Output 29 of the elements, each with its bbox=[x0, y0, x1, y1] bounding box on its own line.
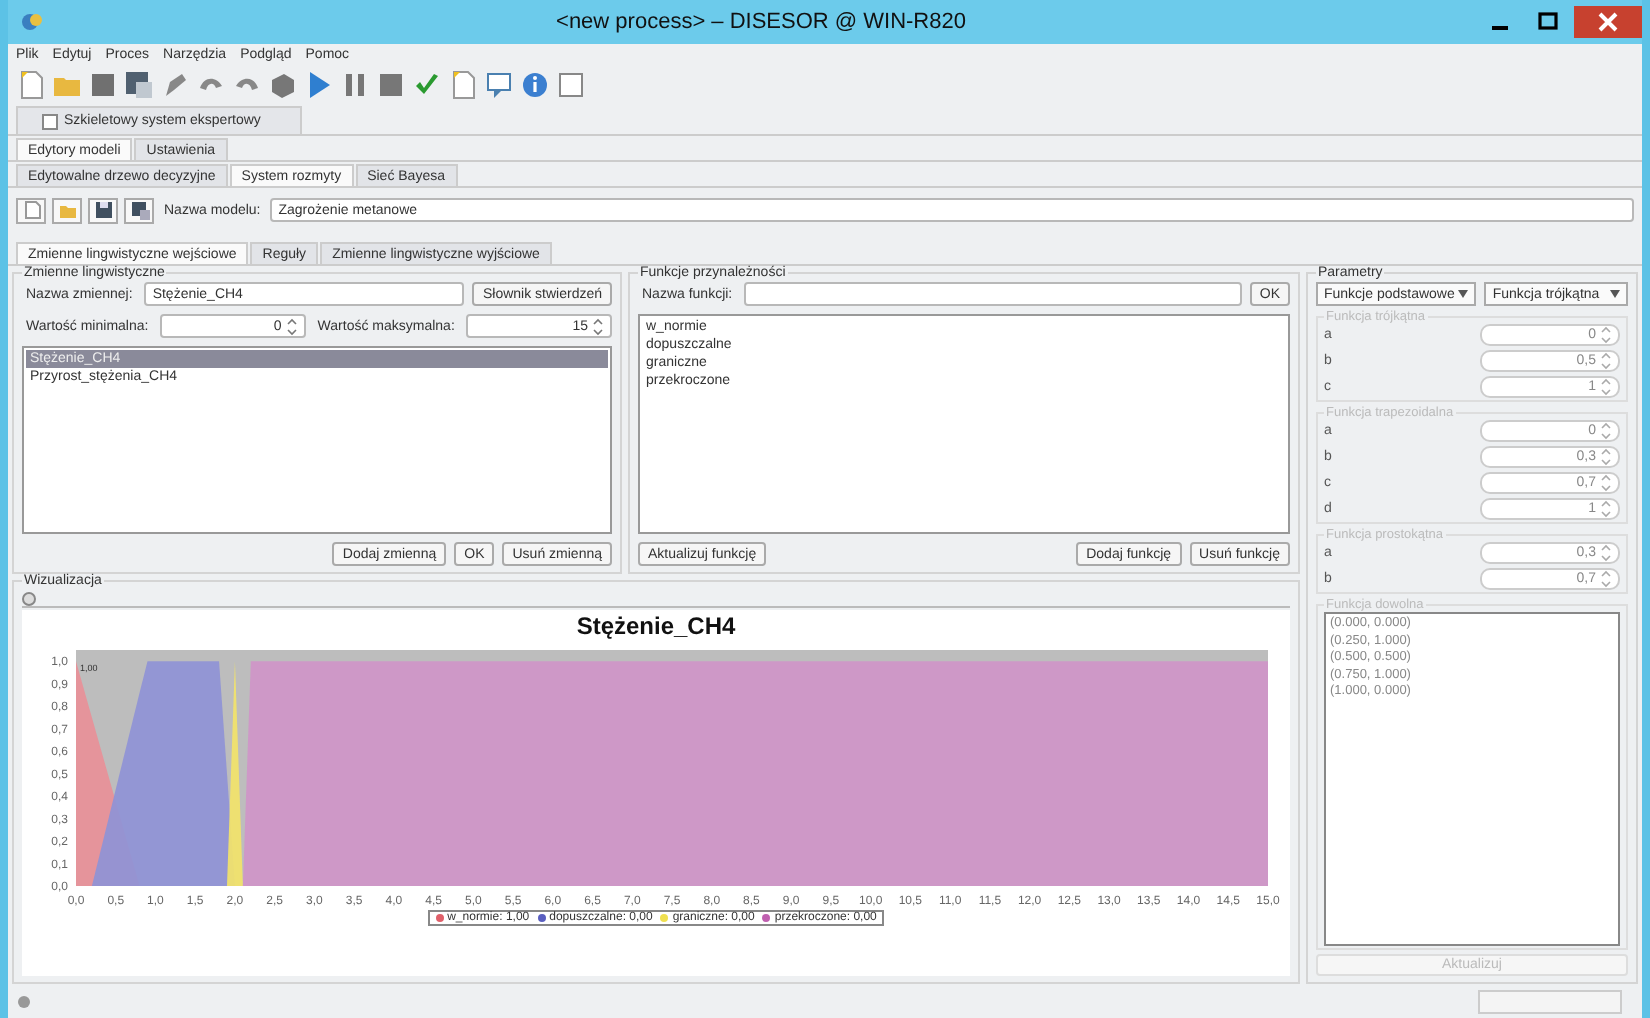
info-icon[interactable] bbox=[520, 69, 550, 99]
new-button[interactable] bbox=[16, 197, 46, 223]
folder-icon bbox=[57, 200, 77, 220]
save-as-icon bbox=[129, 200, 149, 220]
save-button[interactable] bbox=[88, 197, 118, 223]
doc-icon[interactable] bbox=[16, 69, 46, 99]
check-icon[interactable] bbox=[412, 69, 442, 99]
spinner-arrows-icon[interactable] bbox=[285, 317, 298, 335]
save-icon bbox=[93, 200, 113, 220]
close-button[interactable] bbox=[1574, 6, 1642, 38]
save-icon[interactable] bbox=[88, 69, 118, 99]
window-title: <new process> – DISESOR @ WIN-R820 bbox=[554, 10, 968, 34]
blank-square-icon[interactable] bbox=[556, 69, 586, 99]
document-icon bbox=[21, 200, 41, 220]
pause-icon[interactable] bbox=[340, 69, 370, 99]
spinner-arrows-icon[interactable] bbox=[591, 317, 604, 335]
saveas-icon[interactable] bbox=[124, 69, 154, 99]
stop-icon[interactable] bbox=[376, 69, 406, 99]
note-icon[interactable] bbox=[448, 69, 478, 99]
play-icon[interactable] bbox=[304, 69, 334, 99]
comment-icon[interactable] bbox=[484, 69, 514, 99]
chart-title: Stężenie_CH4 bbox=[576, 612, 736, 640]
caret-icon bbox=[1610, 290, 1620, 298]
caret-icon bbox=[1458, 290, 1469, 298]
function-name-field[interactable] bbox=[744, 282, 1242, 306]
status-icon bbox=[16, 993, 32, 1009]
collapse-knob-icon[interactable] bbox=[22, 591, 36, 605]
save-as-button[interactable] bbox=[124, 197, 154, 223]
app-logo-icon bbox=[20, 10, 44, 34]
